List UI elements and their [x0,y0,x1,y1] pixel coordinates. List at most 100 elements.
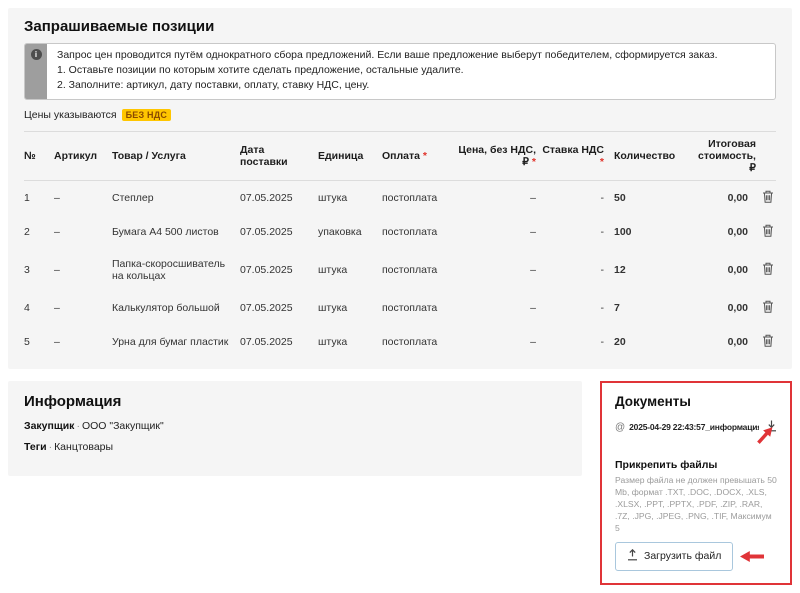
attached-file-name[interactable]: 2025-04-29 22:43:57_информация дл... [629,422,759,432]
positions-title: Запрашиваемые позиции [24,18,776,35]
info-section: Информация Закупщик·ООО "Закупщик" Теги·… [8,381,582,476]
cell-price: – [456,226,536,238]
cell-num: 2 [24,226,50,238]
notice-text: Запрос цен проводится путём однократного… [47,44,728,99]
table-row: 2 – Бумага А4 500 листов 07.05.2025 упаковка… [24,215,776,249]
cell-date: 07.05.2025 [240,192,314,204]
delete-row-button[interactable] [762,300,774,316]
trash-icon [762,224,774,240]
column-header-total: Итоговая стоимость, ₽ [698,138,756,174]
delete-row-button[interactable] [762,224,774,240]
cell-num: 4 [24,302,50,314]
positions-section: Запрашиваемые позиции i Запрос цен прово… [8,8,792,369]
column-header-product: Товар / Услуга [112,150,236,162]
cell-product: Урна для бумаг пластик [112,336,236,348]
cell-qty: 100 [608,226,694,238]
info-icon: i [31,49,42,60]
cell-qty: 7 [608,302,694,314]
cell-total: 0,00 [698,264,748,276]
required-asterisk: * [529,156,536,168]
cell-sku: – [54,336,108,348]
upload-button-label: Загрузить файл [644,550,721,562]
tags-label: Теги [24,441,47,453]
cell-num: 1 [24,192,50,204]
table-row: 5–Урна для бумаг пластик07.05.2025штукап… [24,325,776,359]
delete-row-button[interactable] [762,334,774,350]
cell-date: 07.05.2025 [240,264,314,276]
cell-qty: 20 [608,336,694,348]
cell-delete [752,190,776,206]
table-header-row: № Артикул Товар / Услуга Дата поставки Едини… [24,131,776,181]
attach-files-title: Прикрепить файлы [615,459,777,471]
buyer-value: ООО "Закупщик" [82,420,164,432]
upload-row: Загрузить файл [615,542,777,571]
column-header-payment: Оплата * [382,150,452,162]
annotation-arrow-upload [740,551,764,562]
column-header-unit: Единица [318,150,378,162]
table-row: 4–Калькулятор большой07.05.2025штукапост… [24,291,776,325]
cell-price: – [456,302,536,314]
cell-price: – [456,264,536,276]
cell-date: 07.05.2025 [240,336,314,348]
buyer-label: Закупщик [24,420,74,432]
cell-vat: - [540,226,604,238]
cell-vat: - [540,192,604,204]
required-asterisk: * [420,150,427,162]
cell-total: 0,00 [698,336,748,348]
trash-icon [762,262,774,278]
column-header-date: Дата поставки [240,144,314,168]
cell-unit: упаковка [318,226,378,238]
column-header-qty: Количество [608,150,694,162]
cell-product: Бумага А4 500 листов [112,226,236,238]
cell-sku: – [54,264,108,276]
cell-product: Степлер [112,192,236,204]
cell-payment: постоплата [382,302,452,314]
table-body: 1–Степлер07.05.2025штукапостоплата–-500,… [24,181,776,359]
info-tags-row: Теги·Канцтовары [24,441,566,453]
cell-total: 0,00 [698,302,748,314]
attached-file-row: @ 2025-04-29 22:43:57_информация дл... [615,420,777,435]
positions-table: № Артикул Товар / Услуга Дата поставки Едини… [24,131,776,359]
info-buyer-row: Закупщик·ООО "Закупщик" [24,420,566,432]
cell-price: – [456,192,536,204]
delete-row-button[interactable] [762,262,774,278]
cell-sku: – [54,302,108,314]
column-header-vat: Ставка НДС * [540,144,604,168]
cell-vat: - [540,336,604,348]
cell-num: 3 [24,264,50,276]
required-asterisk: * [600,156,604,168]
prices-note-line: Цены указываются БЕЗ НДС [24,109,776,121]
prices-note-text: Цены указываются [24,109,117,121]
documents-section: Документы @ 2025-04-29 22:43:57_информац… [600,381,792,585]
trash-icon [762,334,774,350]
cell-unit: штука [318,302,378,314]
vat-badge: БЕЗ НДС [122,109,171,121]
cell-vat: - [540,264,604,276]
cell-product: Калькулятор большой [112,302,236,314]
notice-step-1: 1. Оставьте позиции по которым хотите сд… [57,63,718,78]
cell-payment: постоплата [382,226,452,238]
documents-title: Документы [615,394,777,409]
cell-total: 0,00 [698,192,748,204]
delete-row-button[interactable] [762,190,774,206]
dot-separator: · [49,441,53,453]
table-row: 3–Папка-скоросшиватель на кольцах07.05.2… [24,249,776,291]
cell-sku: – [54,192,108,204]
cell-payment: постоплата [382,192,452,204]
upload-icon [627,549,638,564]
upload-file-button[interactable]: Загрузить файл [615,542,733,571]
tags-value: Канцтовары [54,441,113,453]
cell-date: 07.05.2025 [240,226,314,238]
notice-sidebar: i [25,44,47,99]
cell-qty: 50 [608,192,694,204]
column-header-num: № [24,150,50,162]
cell-delete [752,334,776,350]
column-header-sku: Артикул [54,150,108,162]
cell-payment: постоплата [382,336,452,348]
cell-unit: штука [318,336,378,348]
bottom-row: Информация Закупщик·ООО "Закупщик" Теги·… [8,381,792,585]
cell-payment: постоплата [382,264,452,276]
cell-vat: - [540,302,604,314]
cell-total: 0,00 [698,226,748,238]
trash-icon [762,190,774,206]
